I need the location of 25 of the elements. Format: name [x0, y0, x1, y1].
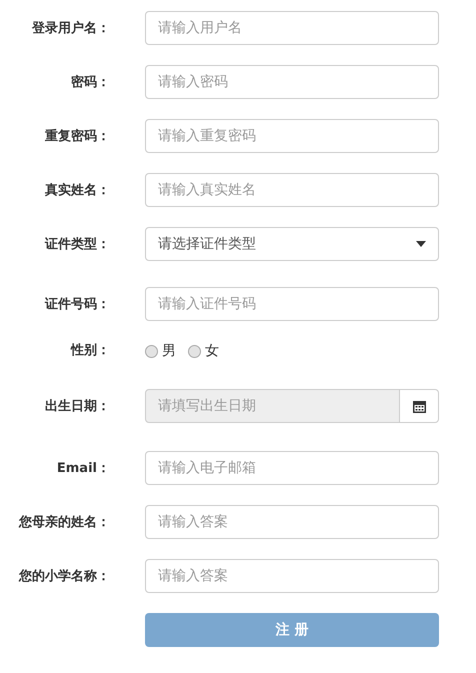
calendar-button[interactable]	[400, 389, 439, 423]
text-field[interactable]: 请输入重复密码	[145, 119, 439, 153]
radio-option[interactable]: 女	[188, 341, 219, 362]
field-label: 您母亲的姓名：	[19, 514, 110, 532]
caret-icon	[416, 241, 426, 247]
field-label: 出生日期：	[45, 398, 110, 416]
text-field[interactable]: 请输入用户名	[145, 11, 439, 45]
radio-option[interactable]: 男	[145, 341, 176, 362]
field-label: 重复密码：	[45, 128, 110, 146]
field-label: 登录用户名：	[32, 20, 110, 38]
field-label: 证件类型：	[45, 236, 110, 254]
select-field[interactable]: 请选择证件类型	[145, 227, 439, 261]
text-field[interactable]: 请输入答案	[145, 505, 439, 539]
calendar-icon	[412, 400, 426, 412]
field-label: 密码：	[71, 74, 110, 92]
text-field[interactable]: 请输入真实姓名	[145, 173, 439, 207]
text-field[interactable]: 请输入证件号码	[145, 287, 439, 321]
text-field[interactable]: 请输入答案	[145, 559, 439, 593]
text-field[interactable]: 请输入密码	[145, 65, 439, 99]
field-label: Email：	[56, 460, 110, 478]
field-label: 您的小学名称：	[19, 568, 110, 586]
field-label: 证件号码：	[45, 296, 110, 314]
field-label: 性别：	[71, 342, 110, 360]
field-label: 真实姓名：	[45, 182, 110, 200]
text-field[interactable]: 请输入电子邮箱	[145, 451, 439, 485]
